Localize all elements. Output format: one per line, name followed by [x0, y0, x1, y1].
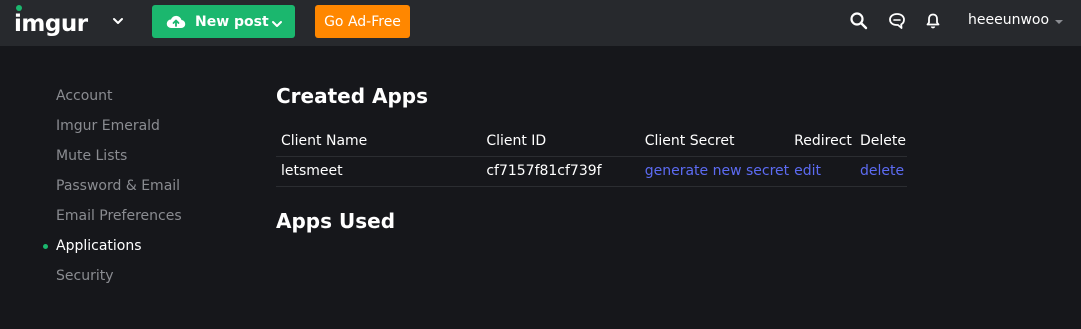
generate-new-secret-link[interactable]: generate new secret: [639, 156, 790, 187]
sidebar-item-label: Applications: [56, 238, 142, 254]
new-post-button[interactable]: New post: [152, 5, 295, 38]
table-row: letsmeet cf7157f81cf739f generate new se…: [276, 156, 907, 187]
applications-panel: Created Apps Client Name Client ID Clien…: [276, 82, 916, 235]
sidebar-item-email-preferences[interactable]: Email Preferences: [56, 206, 236, 236]
created-apps-heading: Created Apps: [276, 84, 429, 108]
created-apps-table: Client Name Client ID Client Secret Redi…: [276, 126, 907, 187]
top-nav-bar: imgur New post Go Ad-Free heeeunwoo: [0, 0, 1081, 46]
imgur-logo[interactable]: imgur: [14, 5, 88, 37]
sidebar-item-password-email[interactable]: Password & Email: [56, 176, 236, 206]
bell-icon[interactable]: [923, 11, 943, 31]
column-header-client-secret: Client Secret: [639, 126, 790, 157]
chat-icon[interactable]: [887, 11, 907, 31]
chevron-down-icon[interactable]: [271, 16, 283, 28]
column-header-delete: Delete: [855, 126, 907, 157]
client-id-cell: cf7157f81cf739f: [481, 156, 640, 187]
table-header-row: Client Name Client ID Client Secret Redi…: [276, 126, 907, 157]
edit-redirect-link[interactable]: edit: [789, 156, 856, 187]
user-menu[interactable]: heeeunwoo: [968, 12, 1064, 28]
active-indicator: [43, 244, 48, 249]
username: heeeunwoo: [968, 12, 1050, 28]
logo-text: imgur: [14, 11, 88, 37]
column-header-client-name: Client Name: [276, 126, 482, 157]
sidebar-item-security[interactable]: Security: [56, 266, 236, 296]
settings-sidebar: Account Imgur Emerald Mute Lists Passwor…: [43, 86, 236, 296]
new-post-label: New post: [195, 13, 269, 30]
search-icon[interactable]: [849, 11, 869, 31]
delete-app-link[interactable]: delete: [855, 156, 907, 187]
sidebar-item-imgur-emerald[interactable]: Imgur Emerald: [56, 116, 236, 146]
apps-used-heading: Apps Used: [276, 208, 396, 233]
go-ad-free-button[interactable]: Go Ad-Free: [315, 5, 410, 38]
sidebar-item-mute-lists[interactable]: Mute Lists: [56, 146, 236, 176]
logo-dot: [16, 5, 22, 11]
cloud-upload-icon: [166, 14, 186, 30]
sidebar-item-account[interactable]: Account: [56, 86, 236, 116]
sidebar-item-applications[interactable]: Applications: [43, 236, 236, 266]
caret-down-icon: [1055, 19, 1064, 24]
client-name-cell: letsmeet: [276, 156, 482, 187]
column-header-client-id: Client ID: [481, 126, 640, 157]
chevron-down-icon[interactable]: [111, 13, 125, 27]
column-header-redirect: Redirect: [789, 126, 856, 157]
